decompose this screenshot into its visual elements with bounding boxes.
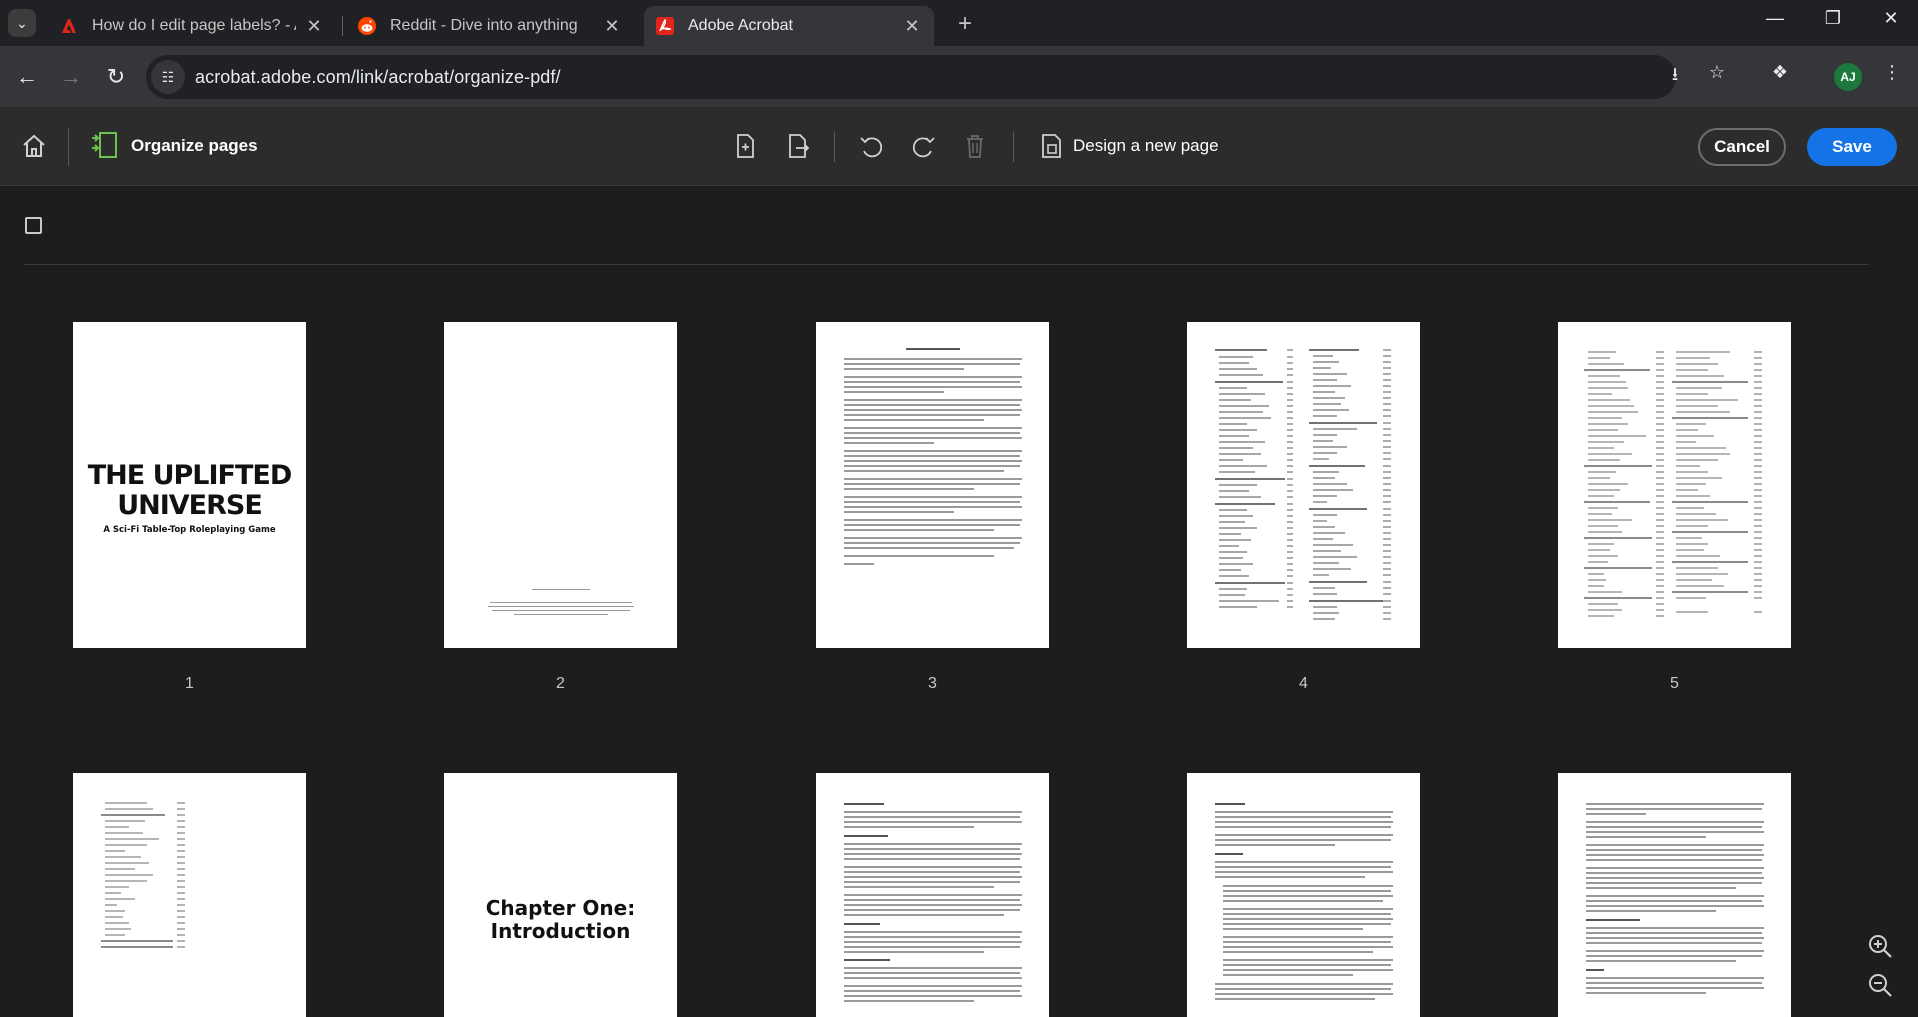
page-thumbnail-10[interactable] bbox=[1558, 773, 1791, 1017]
page-number: 1 bbox=[185, 675, 194, 692]
divider bbox=[24, 264, 1869, 265]
tab-title: Reddit - Dive into anything bbox=[390, 17, 578, 34]
acrobat-logo-icon bbox=[656, 17, 674, 35]
design-page-icon[interactable] bbox=[1038, 132, 1066, 160]
install-app-icon[interactable]: ⭳ bbox=[1660, 62, 1690, 92]
profile-avatar[interactable]: AJ bbox=[1834, 63, 1862, 91]
tab-reddit[interactable]: Reddit - Dive into anything ✕ bbox=[346, 6, 634, 46]
chapter-title-line: Chapter One: bbox=[485, 896, 636, 920]
extensions-icon[interactable]: ❖ bbox=[1765, 62, 1795, 83]
tab-title: Adobe Acrobat bbox=[688, 17, 793, 34]
browser-address-bar: ← → ↻ ☷ acrobat.adobe.com/link/acrobat/o… bbox=[0, 46, 1918, 108]
more-menu-icon[interactable]: ⋮ bbox=[1877, 62, 1907, 83]
rotate-left-icon[interactable] bbox=[857, 132, 885, 160]
close-window-icon[interactable]: ✕ bbox=[1868, 8, 1914, 29]
rotate-right-icon[interactable] bbox=[910, 132, 938, 160]
page-thumbnail-4[interactable] bbox=[1187, 322, 1420, 648]
organize-toolbar: Organize pages Design a new page Cancel … bbox=[0, 108, 1918, 186]
omnibox[interactable]: ☷ acrobat.adobe.com/link/acrobat/organiz… bbox=[146, 55, 1676, 99]
tab-adobe-acrobat[interactable]: Adobe Acrobat ✕ bbox=[644, 6, 934, 46]
page-number: 3 bbox=[928, 675, 937, 692]
tab-title: How do I edit page labels? - Ad bbox=[92, 17, 296, 34]
restore-icon[interactable]: ❐ bbox=[1810, 8, 1856, 29]
page-number: 4 bbox=[1299, 675, 1308, 692]
bookmark-star-icon[interactable]: ☆ bbox=[1702, 62, 1732, 83]
home-icon[interactable] bbox=[20, 132, 48, 160]
page-thumbnail-8[interactable] bbox=[816, 773, 1049, 1017]
site-info-icon[interactable]: ☷ bbox=[151, 60, 185, 94]
cancel-button[interactable]: Cancel bbox=[1698, 128, 1786, 166]
toolbar-divider bbox=[1013, 132, 1014, 162]
toc-lines bbox=[1215, 349, 1391, 620]
forward-arrow-icon[interactable]: → bbox=[56, 62, 86, 92]
tab-adobe-help[interactable]: How do I edit page labels? - Ad ✕ bbox=[48, 6, 336, 46]
reload-icon[interactable]: ↻ bbox=[101, 62, 131, 92]
adobe-logo-icon bbox=[62, 19, 76, 33]
toolbar-divider bbox=[834, 132, 835, 162]
tab-search-button[interactable]: ⌄ bbox=[8, 9, 36, 37]
browser-tab-bar: ⌄ How do I edit page labels? - Ad ✕ Redd… bbox=[0, 0, 1918, 46]
page-title: Organize pages bbox=[131, 136, 258, 155]
select-all-checkbox[interactable] bbox=[25, 217, 42, 234]
page-thumbnail-9[interactable] bbox=[1187, 773, 1420, 1017]
minimize-icon[interactable]: — bbox=[1752, 8, 1798, 29]
page-grid: THE UPLIFTED UNIVERSE A Sci-Fi Table-Top… bbox=[0, 187, 1918, 1017]
organize-pages-icon bbox=[92, 132, 117, 158]
new-tab-button[interactable]: + bbox=[950, 10, 980, 38]
tab-divider bbox=[342, 16, 343, 36]
page-thumbnail-1[interactable]: THE UPLIFTED UNIVERSE A Sci-Fi Table-Top… bbox=[73, 322, 306, 648]
page-number: 5 bbox=[1670, 675, 1679, 692]
toc-lines bbox=[101, 802, 185, 948]
toolbar-divider bbox=[68, 128, 69, 166]
close-icon[interactable]: ✕ bbox=[304, 16, 324, 37]
insert-page-icon[interactable] bbox=[731, 132, 759, 160]
page-number: 2 bbox=[556, 675, 565, 692]
page-thumbnail-7[interactable]: Chapter One: Introduction bbox=[444, 773, 677, 1017]
extract-page-icon[interactable] bbox=[784, 132, 812, 160]
cover-title-line: UNIVERSE bbox=[117, 490, 263, 521]
chapter-title-line: Introduction bbox=[490, 919, 631, 943]
page-thumbnail-6[interactable] bbox=[73, 773, 306, 1017]
page-thumbnail-2[interactable] bbox=[444, 322, 677, 648]
reddit-logo-icon bbox=[358, 17, 376, 35]
toc-lines bbox=[1584, 351, 1762, 617]
cover-title-line: THE UPLIFTED bbox=[87, 460, 293, 491]
zoom-out-icon[interactable] bbox=[1866, 971, 1894, 999]
close-icon[interactable]: ✕ bbox=[602, 16, 622, 37]
url-text[interactable]: acrobat.adobe.com/link/acrobat/organize-… bbox=[195, 67, 561, 88]
back-arrow-icon[interactable]: ← bbox=[12, 62, 42, 92]
save-button[interactable]: Save bbox=[1807, 128, 1897, 166]
chevron-down-icon: ⌄ bbox=[16, 14, 28, 31]
page-thumbnail-3[interactable] bbox=[816, 322, 1049, 648]
design-new-page-button[interactable]: Design a new page bbox=[1073, 136, 1219, 156]
zoom-in-icon[interactable] bbox=[1866, 932, 1894, 960]
cover-subtitle: A Sci-Fi Table-Top Roleplaying Game bbox=[103, 525, 276, 535]
page-thumbnail-5[interactable] bbox=[1558, 322, 1791, 648]
delete-icon[interactable] bbox=[961, 132, 989, 160]
close-icon[interactable]: ✕ bbox=[902, 16, 922, 37]
